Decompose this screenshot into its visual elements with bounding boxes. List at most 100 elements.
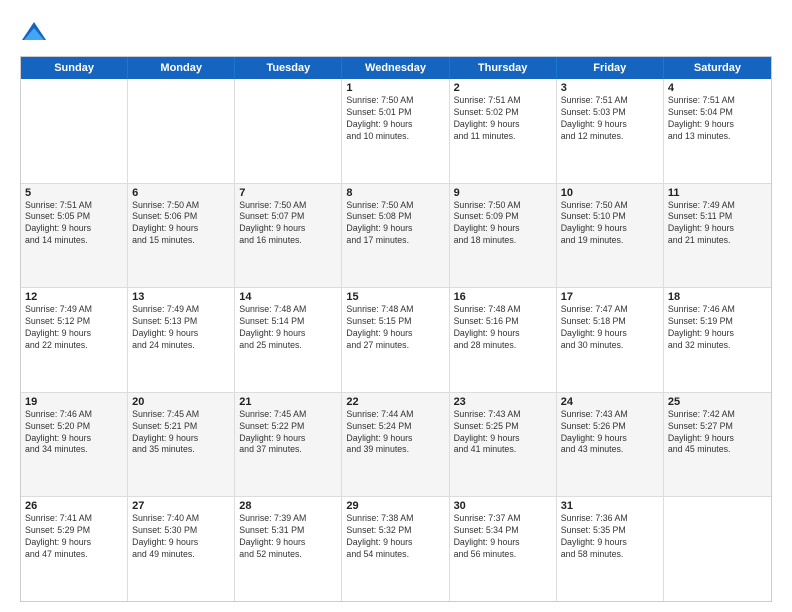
empty-cell (235, 79, 342, 183)
logo (20, 18, 52, 46)
day-info: Sunrise: 7:50 AM Sunset: 5:09 PM Dayligh… (454, 200, 552, 248)
empty-cell (21, 79, 128, 183)
day-cell-2: 2Sunrise: 7:51 AM Sunset: 5:02 PM Daylig… (450, 79, 557, 183)
day-info: Sunrise: 7:50 AM Sunset: 5:07 PM Dayligh… (239, 200, 337, 248)
week-row-3: 12Sunrise: 7:49 AM Sunset: 5:12 PM Dayli… (21, 288, 771, 393)
day-info: Sunrise: 7:45 AM Sunset: 5:21 PM Dayligh… (132, 409, 230, 457)
day-info: Sunrise: 7:45 AM Sunset: 5:22 PM Dayligh… (239, 409, 337, 457)
day-number: 14 (239, 291, 337, 303)
calendar: SundayMondayTuesdayWednesdayThursdayFrid… (20, 56, 772, 602)
day-number: 9 (454, 187, 552, 199)
day-number: 27 (132, 500, 230, 512)
header (20, 18, 772, 46)
header-day-tuesday: Tuesday (235, 57, 342, 79)
day-number: 3 (561, 82, 659, 94)
day-number: 31 (561, 500, 659, 512)
day-number: 5 (25, 187, 123, 199)
day-cell-11: 11Sunrise: 7:49 AM Sunset: 5:11 PM Dayli… (664, 184, 771, 288)
day-number: 25 (668, 396, 767, 408)
day-number: 2 (454, 82, 552, 94)
day-number: 15 (346, 291, 444, 303)
week-row-2: 5Sunrise: 7:51 AM Sunset: 5:05 PM Daylig… (21, 184, 771, 289)
day-info: Sunrise: 7:48 AM Sunset: 5:16 PM Dayligh… (454, 304, 552, 352)
day-info: Sunrise: 7:41 AM Sunset: 5:29 PM Dayligh… (25, 513, 123, 561)
day-info: Sunrise: 7:46 AM Sunset: 5:19 PM Dayligh… (668, 304, 767, 352)
day-number: 30 (454, 500, 552, 512)
day-number: 19 (25, 396, 123, 408)
day-number: 26 (25, 500, 123, 512)
day-cell-12: 12Sunrise: 7:49 AM Sunset: 5:12 PM Dayli… (21, 288, 128, 392)
day-cell-28: 28Sunrise: 7:39 AM Sunset: 5:31 PM Dayli… (235, 497, 342, 601)
day-cell-26: 26Sunrise: 7:41 AM Sunset: 5:29 PM Dayli… (21, 497, 128, 601)
day-number: 21 (239, 396, 337, 408)
day-cell-9: 9Sunrise: 7:50 AM Sunset: 5:09 PM Daylig… (450, 184, 557, 288)
day-cell-16: 16Sunrise: 7:48 AM Sunset: 5:16 PM Dayli… (450, 288, 557, 392)
day-info: Sunrise: 7:50 AM Sunset: 5:10 PM Dayligh… (561, 200, 659, 248)
day-info: Sunrise: 7:51 AM Sunset: 5:05 PM Dayligh… (25, 200, 123, 248)
day-info: Sunrise: 7:48 AM Sunset: 5:15 PM Dayligh… (346, 304, 444, 352)
day-number: 12 (25, 291, 123, 303)
day-info: Sunrise: 7:49 AM Sunset: 5:13 PM Dayligh… (132, 304, 230, 352)
day-info: Sunrise: 7:48 AM Sunset: 5:14 PM Dayligh… (239, 304, 337, 352)
day-number: 4 (668, 82, 767, 94)
day-cell-6: 6Sunrise: 7:50 AM Sunset: 5:06 PM Daylig… (128, 184, 235, 288)
day-cell-21: 21Sunrise: 7:45 AM Sunset: 5:22 PM Dayli… (235, 393, 342, 497)
week-row-4: 19Sunrise: 7:46 AM Sunset: 5:20 PM Dayli… (21, 393, 771, 498)
day-info: Sunrise: 7:36 AM Sunset: 5:35 PM Dayligh… (561, 513, 659, 561)
day-info: Sunrise: 7:44 AM Sunset: 5:24 PM Dayligh… (346, 409, 444, 457)
header-day-saturday: Saturday (664, 57, 771, 79)
day-number: 29 (346, 500, 444, 512)
day-info: Sunrise: 7:49 AM Sunset: 5:12 PM Dayligh… (25, 304, 123, 352)
day-info: Sunrise: 7:42 AM Sunset: 5:27 PM Dayligh… (668, 409, 767, 457)
day-cell-30: 30Sunrise: 7:37 AM Sunset: 5:34 PM Dayli… (450, 497, 557, 601)
day-number: 16 (454, 291, 552, 303)
header-day-monday: Monday (128, 57, 235, 79)
day-cell-3: 3Sunrise: 7:51 AM Sunset: 5:03 PM Daylig… (557, 79, 664, 183)
day-cell-27: 27Sunrise: 7:40 AM Sunset: 5:30 PM Dayli… (128, 497, 235, 601)
day-number: 17 (561, 291, 659, 303)
day-info: Sunrise: 7:40 AM Sunset: 5:30 PM Dayligh… (132, 513, 230, 561)
day-info: Sunrise: 7:43 AM Sunset: 5:26 PM Dayligh… (561, 409, 659, 457)
day-cell-5: 5Sunrise: 7:51 AM Sunset: 5:05 PM Daylig… (21, 184, 128, 288)
day-cell-18: 18Sunrise: 7:46 AM Sunset: 5:19 PM Dayli… (664, 288, 771, 392)
day-number: 24 (561, 396, 659, 408)
week-row-5: 26Sunrise: 7:41 AM Sunset: 5:29 PM Dayli… (21, 497, 771, 601)
day-number: 22 (346, 396, 444, 408)
day-cell-31: 31Sunrise: 7:36 AM Sunset: 5:35 PM Dayli… (557, 497, 664, 601)
calendar-body: 1Sunrise: 7:50 AM Sunset: 5:01 PM Daylig… (21, 79, 771, 601)
day-info: Sunrise: 7:46 AM Sunset: 5:20 PM Dayligh… (25, 409, 123, 457)
day-cell-25: 25Sunrise: 7:42 AM Sunset: 5:27 PM Dayli… (664, 393, 771, 497)
day-number: 20 (132, 396, 230, 408)
empty-cell (128, 79, 235, 183)
day-cell-19: 19Sunrise: 7:46 AM Sunset: 5:20 PM Dayli… (21, 393, 128, 497)
day-info: Sunrise: 7:47 AM Sunset: 5:18 PM Dayligh… (561, 304, 659, 352)
header-day-wednesday: Wednesday (342, 57, 449, 79)
day-info: Sunrise: 7:50 AM Sunset: 5:06 PM Dayligh… (132, 200, 230, 248)
day-number: 18 (668, 291, 767, 303)
day-cell-10: 10Sunrise: 7:50 AM Sunset: 5:10 PM Dayli… (557, 184, 664, 288)
header-day-thursday: Thursday (450, 57, 557, 79)
day-cell-20: 20Sunrise: 7:45 AM Sunset: 5:21 PM Dayli… (128, 393, 235, 497)
day-info: Sunrise: 7:51 AM Sunset: 5:04 PM Dayligh… (668, 95, 767, 143)
header-day-friday: Friday (557, 57, 664, 79)
logo-icon (20, 18, 48, 46)
day-cell-17: 17Sunrise: 7:47 AM Sunset: 5:18 PM Dayli… (557, 288, 664, 392)
day-cell-24: 24Sunrise: 7:43 AM Sunset: 5:26 PM Dayli… (557, 393, 664, 497)
day-number: 7 (239, 187, 337, 199)
day-cell-23: 23Sunrise: 7:43 AM Sunset: 5:25 PM Dayli… (450, 393, 557, 497)
day-cell-8: 8Sunrise: 7:50 AM Sunset: 5:08 PM Daylig… (342, 184, 449, 288)
day-info: Sunrise: 7:39 AM Sunset: 5:31 PM Dayligh… (239, 513, 337, 561)
day-number: 1 (346, 82, 444, 94)
day-info: Sunrise: 7:37 AM Sunset: 5:34 PM Dayligh… (454, 513, 552, 561)
day-number: 28 (239, 500, 337, 512)
day-cell-29: 29Sunrise: 7:38 AM Sunset: 5:32 PM Dayli… (342, 497, 449, 601)
day-info: Sunrise: 7:38 AM Sunset: 5:32 PM Dayligh… (346, 513, 444, 561)
day-info: Sunrise: 7:49 AM Sunset: 5:11 PM Dayligh… (668, 200, 767, 248)
day-info: Sunrise: 7:51 AM Sunset: 5:02 PM Dayligh… (454, 95, 552, 143)
day-number: 11 (668, 187, 767, 199)
day-number: 8 (346, 187, 444, 199)
day-cell-14: 14Sunrise: 7:48 AM Sunset: 5:14 PM Dayli… (235, 288, 342, 392)
day-number: 6 (132, 187, 230, 199)
day-cell-1: 1Sunrise: 7:50 AM Sunset: 5:01 PM Daylig… (342, 79, 449, 183)
day-number: 23 (454, 396, 552, 408)
